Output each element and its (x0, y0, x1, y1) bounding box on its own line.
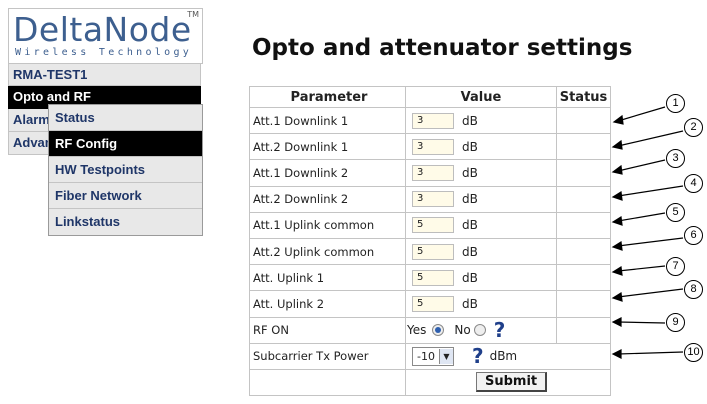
callout-1: 1 (666, 94, 685, 113)
callout-3: 3 (666, 149, 685, 168)
callout-8: 8 (684, 280, 703, 299)
callout-arrows (611, 106, 684, 359)
callout-6: 6 (684, 226, 703, 245)
callout-5: 5 (666, 203, 685, 222)
callout-9: 9 (666, 313, 685, 332)
callout-2: 2 (684, 118, 703, 137)
callout-10: 10 (684, 343, 703, 362)
callout-7: 7 (666, 257, 685, 276)
callout-4: 4 (684, 174, 703, 193)
